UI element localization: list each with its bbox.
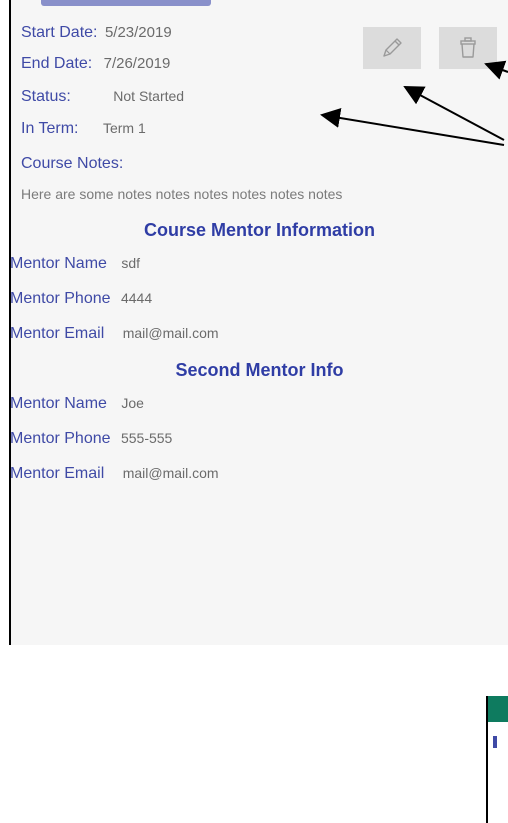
end-date-value: 7/26/2019: [103, 55, 171, 72]
course-notes-label: Course Notes:: [21, 155, 124, 172]
mentor2-email-row: Mentor Email mail@mail.com: [10, 465, 219, 483]
cropped-heading: [41, 0, 211, 6]
trash-icon: [460, 37, 476, 58]
mentor1-email-label: Mentor Email: [10, 325, 105, 342]
delete-button[interactable]: [439, 27, 497, 69]
mentor2-name-value: Joe: [121, 395, 144, 411]
mentor1-name-value: sdf: [121, 255, 141, 271]
mentor1-phone-value: 4444: [120, 290, 153, 306]
term-value: Term 1: [102, 120, 146, 136]
mentor2-email-label: Mentor Email: [10, 465, 105, 482]
status-row: Status: Not Started: [21, 88, 184, 106]
mentor2-name-row: Mentor Name Joe: [10, 395, 144, 413]
mentor2-phone-value: 555-555: [120, 430, 173, 446]
term-row: In Term: Term 1: [21, 120, 146, 138]
course-mentor-section-title: Course Mentor Information: [143, 220, 375, 240]
mentor1-phone-row: Mentor Phone 4444: [10, 290, 152, 308]
mentor1-email-value: mail@mail.com: [122, 325, 219, 341]
edit-button[interactable]: [363, 27, 421, 69]
mentor2-phone-row: Mentor Phone 555-555: [10, 430, 172, 448]
term-label: In Term:: [21, 120, 79, 137]
course-notes-text: Here are some notes notes notes notes no…: [21, 186, 343, 202]
mentor2-email-value: mail@mail.com: [122, 465, 219, 481]
start-date-label: Start Date:: [21, 24, 98, 41]
end-date-row: End Date: 7/26/2019: [21, 55, 170, 73]
device-frame-edge: [0, 0, 11, 645]
status-value: Not Started: [113, 88, 185, 104]
second-mentor-section-title: Second Mentor Info: [175, 360, 344, 380]
mentor2-name-label: Mentor Name: [10, 395, 107, 412]
start-date-value: 5/23/2019: [104, 24, 172, 41]
mentor1-email-row: Mentor Email mail@mail.com: [10, 325, 219, 343]
course-notes-label-row: Course Notes:: [21, 155, 123, 173]
start-date-row: Start Date: 5/23/2019: [21, 24, 172, 42]
mentor2-phone-label: Mentor Phone: [10, 430, 111, 447]
second-screen-fragment: [486, 696, 508, 823]
status-label: Status:: [21, 88, 71, 105]
fragment-text-mark: [493, 736, 497, 748]
mentor1-phone-label: Mentor Phone: [10, 290, 111, 307]
mentor1-name-label: Mentor Name: [10, 255, 107, 272]
end-date-label: End Date:: [21, 55, 93, 72]
course-detail-screen: Start Date: 5/23/2019 End Date: 7/26/201…: [10, 0, 508, 645]
pencil-icon: [383, 38, 402, 57]
fragment-toolbar: [488, 696, 508, 722]
mentor1-name-row: Mentor Name sdf: [10, 255, 140, 273]
